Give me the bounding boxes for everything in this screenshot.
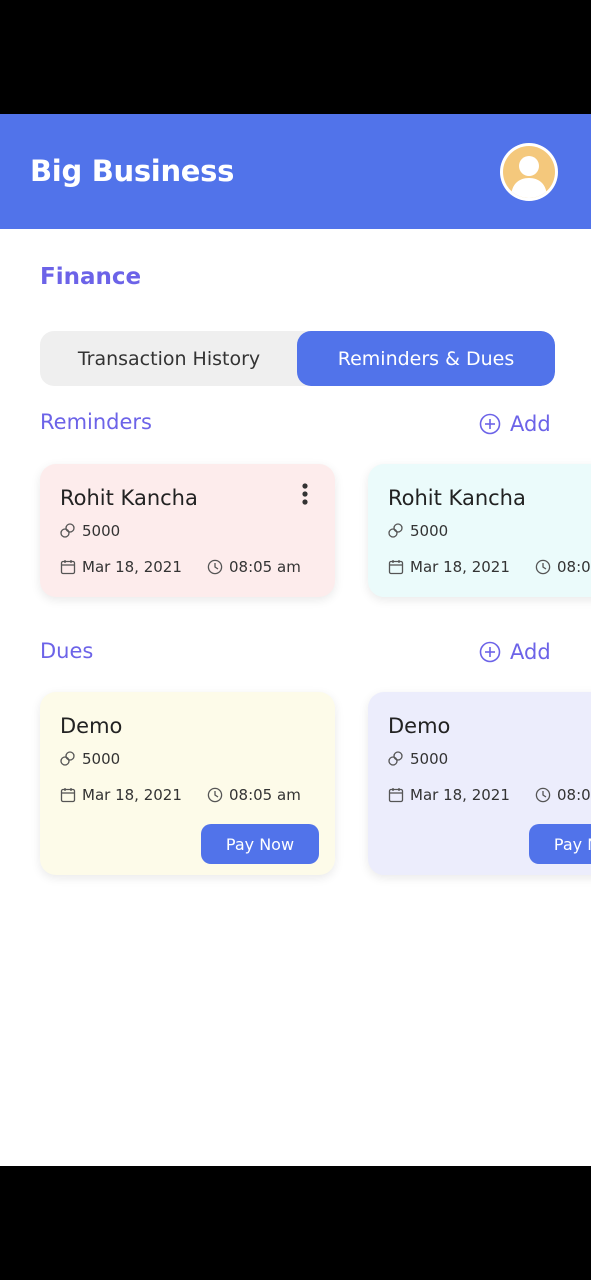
due-name: Demo: [60, 714, 123, 738]
tab-reminders-dues[interactable]: Reminders & Dues: [297, 331, 555, 386]
reminder-amount-value: 5000: [410, 522, 449, 540]
reminder-date-value: Mar 18, 2021: [82, 558, 182, 576]
dues-title: Dues: [40, 639, 94, 663]
reminder-card[interactable]: Rohit Kancha 5000 Mar 18, 2021 08:05 am: [40, 464, 335, 597]
reminder-time-value: 08:05 am: [557, 558, 591, 576]
pay-now-button[interactable]: Pay Now: [201, 824, 319, 864]
app-bar: Big Business: [0, 114, 591, 229]
reminder-time-value: 08:05 am: [229, 558, 301, 576]
clock-icon: [535, 787, 551, 803]
due-time-value: 08:05 am: [557, 786, 591, 804]
due-name: Demo: [388, 714, 451, 738]
clock-icon: [207, 559, 223, 575]
due-time: 08:05 am: [535, 786, 591, 804]
add-reminder-label: Add: [510, 412, 551, 436]
finance-tabs: Transaction History Reminders & Dues: [40, 331, 555, 386]
add-due-label: Add: [510, 640, 551, 664]
clock-icon: [207, 787, 223, 803]
due-amount: 5000: [60, 750, 120, 768]
coins-icon: [60, 523, 75, 538]
plus-circle-icon: [479, 413, 501, 435]
more-vertical-icon[interactable]: [298, 481, 312, 509]
calendar-icon: [388, 560, 404, 575]
calendar-icon: [388, 788, 404, 803]
app-title: Big Business: [30, 154, 235, 188]
page-title: Finance: [40, 264, 142, 290]
pay-now-button[interactable]: Pay Now: [529, 824, 591, 864]
app-screen: Big Business Finance Transaction History…: [0, 114, 591, 1166]
due-date: Mar 18, 2021: [388, 786, 510, 804]
user-avatar-icon: [503, 146, 555, 198]
coins-icon: [388, 523, 403, 538]
add-due-button[interactable]: Add: [479, 639, 551, 665]
reminder-name: Rohit Kancha: [388, 486, 526, 510]
calendar-icon: [60, 560, 76, 575]
reminder-amount-value: 5000: [82, 522, 121, 540]
profile-avatar[interactable]: [500, 143, 558, 201]
calendar-icon: [60, 788, 76, 803]
coins-icon: [388, 751, 403, 766]
reminder-date: Mar 18, 2021: [60, 558, 182, 576]
reminder-time: 08:05 am: [535, 558, 591, 576]
reminder-amount: 5000: [388, 522, 448, 540]
reminder-name: Rohit Kancha: [60, 486, 198, 510]
due-time-value: 08:05 am: [229, 786, 301, 804]
reminders-title: Reminders: [40, 410, 152, 434]
reminder-date-value: Mar 18, 2021: [410, 558, 510, 576]
due-amount: 5000: [388, 750, 448, 768]
tab-transaction-history[interactable]: Transaction History: [40, 331, 298, 386]
reminder-card[interactable]: Rohit Kancha 5000 Mar 18, 2021 08:05 am: [368, 464, 591, 597]
add-reminder-button[interactable]: Add: [479, 411, 551, 437]
due-date-value: Mar 18, 2021: [82, 786, 182, 804]
reminder-time: 08:05 am: [207, 558, 301, 576]
coins-icon: [60, 751, 75, 766]
due-amount-value: 5000: [82, 750, 121, 768]
due-date: Mar 18, 2021: [60, 786, 182, 804]
due-amount-value: 5000: [410, 750, 449, 768]
due-time: 08:05 am: [207, 786, 301, 804]
reminder-amount: 5000: [60, 522, 120, 540]
due-date-value: Mar 18, 2021: [410, 786, 510, 804]
reminder-date: Mar 18, 2021: [388, 558, 510, 576]
due-card[interactable]: Demo 5000 Mar 18, 2021 08:05 am Pay Now: [40, 692, 335, 875]
plus-circle-icon: [479, 641, 501, 663]
clock-icon: [535, 559, 551, 575]
due-card[interactable]: Demo 5000 Mar 18, 2021 08:05 am Pay Now: [368, 692, 591, 875]
